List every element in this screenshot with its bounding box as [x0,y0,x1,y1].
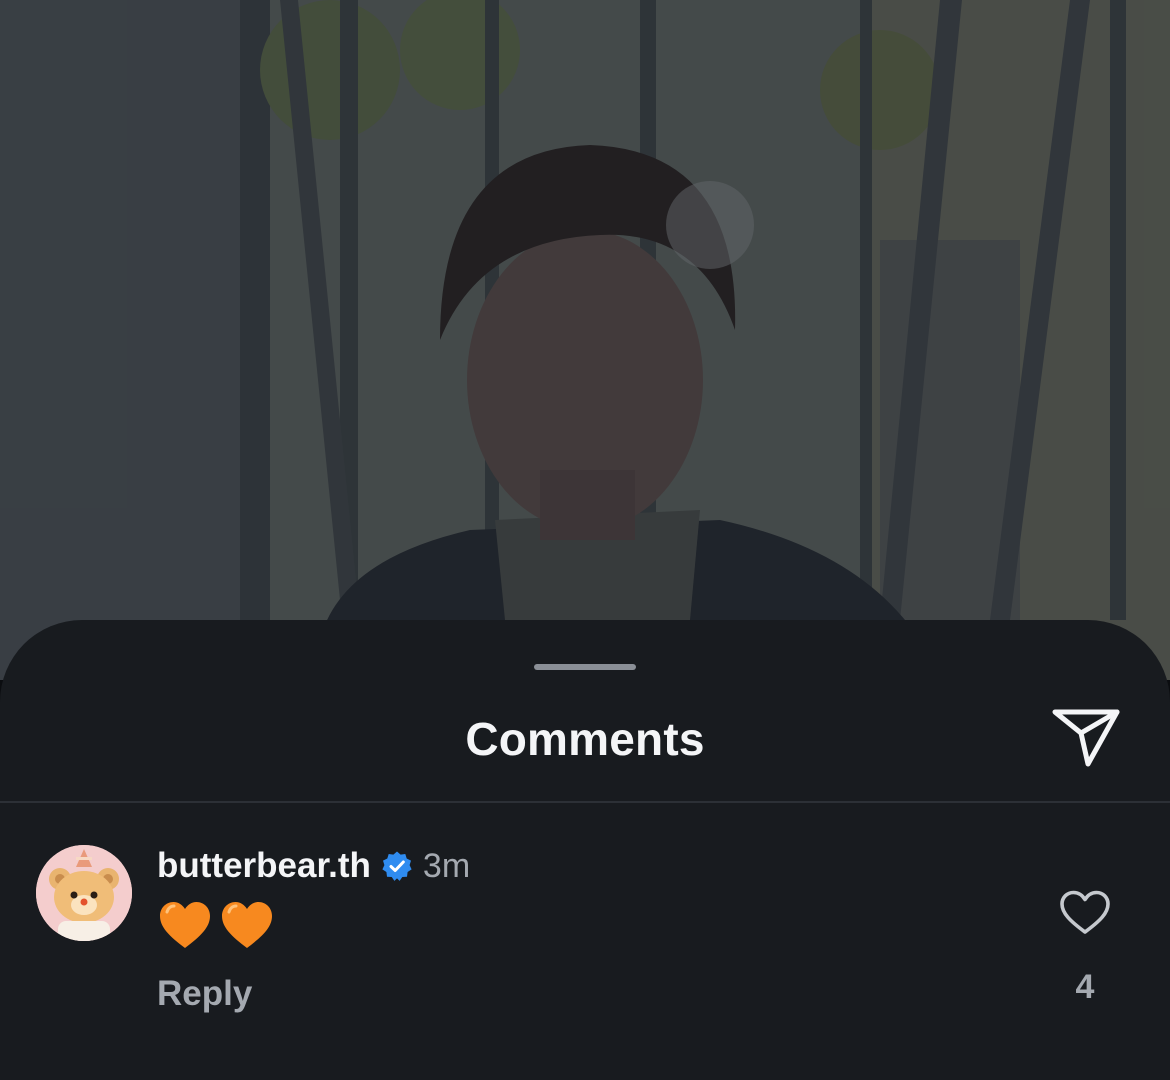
like-button[interactable] [1058,888,1112,938]
comment-username[interactable]: butterbear.th [157,846,371,886]
comment-item: butterbear.th 3m Reply 4 [0,620,1170,1080]
verified-badge-icon [382,851,412,881]
comment-timestamp: 3m [422,846,471,885]
orange-heart-emoji-icon [222,902,272,948]
share-button[interactable] [1050,704,1122,770]
like-count: 4 [1075,968,1095,1006]
reply-button[interactable]: Reply [157,974,252,1014]
comment-header: butterbear.th 3m [157,846,470,886]
comments-screen: Comments butterbear.th 3m Reply 4 [0,0,1170,1080]
bear-avatar-icon [36,845,132,941]
orange-heart-emoji-icon [160,902,210,948]
avatar[interactable] [36,845,132,941]
comments-sheet: Comments butterbear.th 3m Reply 4 [0,620,1170,1080]
paper-plane-icon [1052,709,1120,767]
heart-outline-icon [1060,890,1110,934]
comment-text [157,898,275,954]
post-photo-background [0,0,1170,680]
